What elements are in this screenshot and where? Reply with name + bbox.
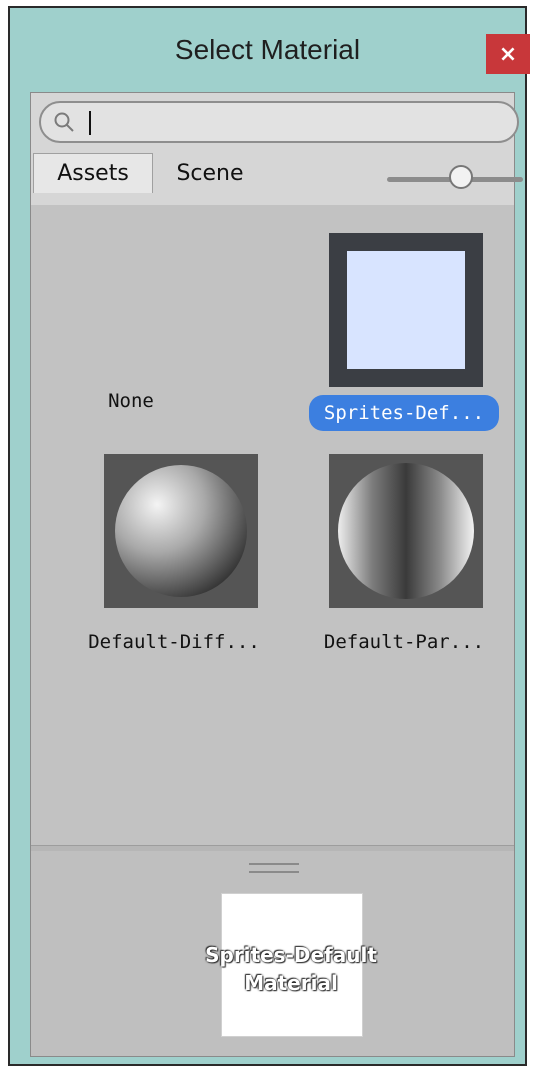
diffuse-sphere-thumbnail [104,454,258,608]
sprite-thumbnail [329,233,483,387]
grid-item-sprites-default[interactable]: Sprites-Def... [291,205,499,435]
zoom-slider-handle[interactable] [449,165,473,189]
asset-grid: None Sprites-Def... Default-Diff... Defa… [31,205,514,845]
tab-assets[interactable]: Assets [33,153,153,193]
tab-scene-label: Scene [176,160,244,186]
select-material-window: Select Material × Assets Scene None Spri… [8,6,530,1066]
particle-sphere-thumbnail [329,454,483,608]
preview-caption: Sprites-Default Material [141,941,441,997]
close-button[interactable]: × [486,34,530,74]
search-icon [54,112,74,132]
preview-panel: Sprites-Default Material [31,851,514,1056]
splitter-grip-icon[interactable] [249,863,299,873]
title-bar[interactable]: Select Material × [10,8,530,90]
grid-item-default-diffuse[interactable]: Default-Diff... [51,440,260,670]
grid-item-default-particle[interactable]: Default-Par... [291,440,484,670]
text-cursor [89,111,91,135]
tab-scene[interactable]: Scene [159,153,261,193]
preview-caption-line1: Sprites-Default [205,943,377,967]
picker-panel: Assets Scene None Sprites-Def... Default… [30,92,523,1057]
grid-item-label: Sprites-Def... [309,395,499,431]
grid-item-label: Default-Diff... [88,631,260,653]
search-input[interactable] [39,101,519,143]
preview-caption-line2: Material [244,971,338,995]
tab-assets-label: Assets [57,161,129,186]
grid-item-label: Default-Par... [323,631,485,653]
grid-item-label: None [108,390,154,412]
close-icon: × [498,41,518,67]
window-title: Select Material [174,34,361,65]
toolbar: Assets Scene [31,93,523,205]
grid-item-none[interactable]: None [41,205,221,435]
